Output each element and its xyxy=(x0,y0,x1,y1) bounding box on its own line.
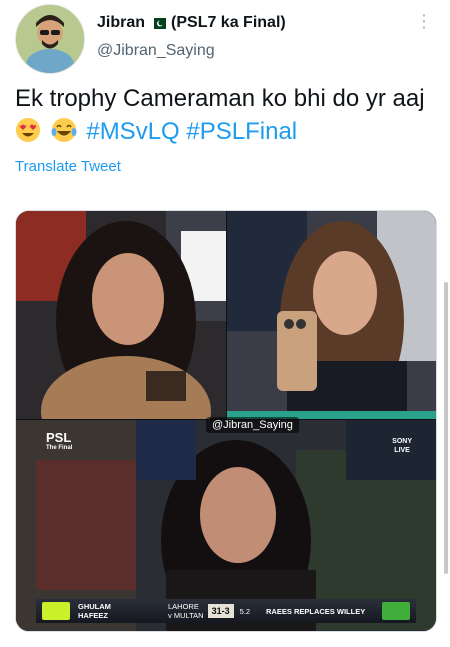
broadcaster-logo: SONY LIVE xyxy=(392,437,412,455)
photo-top-left xyxy=(16,211,226,419)
team-logo-lahore-icon xyxy=(42,602,70,620)
psl-badge: PSL The Final xyxy=(46,430,73,453)
broadcaster-live-label: LIVE xyxy=(394,447,410,454)
batter-first-name: GHULAM xyxy=(78,602,111,611)
scorebar-score: 31-3 xyxy=(207,604,234,618)
avatar[interactable] xyxy=(15,4,85,74)
scorebar-over: 5.2 xyxy=(239,606,251,616)
scrollbar[interactable] xyxy=(444,282,448,574)
pakistan-flag-icon xyxy=(150,17,167,29)
author-name-suffix[interactable]: (PSL7 ka Final) xyxy=(171,14,286,32)
image-watermark: @Jibran_Saying xyxy=(206,417,299,433)
hashtag-msvlq-link[interactable]: #MSvLQ xyxy=(86,118,179,145)
translate-tweet-link[interactable]: Translate Tweet xyxy=(15,158,121,175)
batter-last-name: HAFEEZ xyxy=(78,611,108,620)
tweet-media-image[interactable]: @Jibran_Saying PSL The Final SONY LIVE G… xyxy=(15,210,437,632)
tweet-text: Ek trophy Cameraman ko bhi do yr aaj #MS… xyxy=(15,82,435,148)
author-display-name[interactable]: Jibran xyxy=(97,14,145,32)
photo-top-right xyxy=(227,211,436,419)
avatar-image xyxy=(16,5,84,73)
opponent-team: v MULTAN xyxy=(168,611,204,620)
psl-badge-subtitle: The Final xyxy=(46,445,73,451)
heart-eyes-emoji-icon xyxy=(16,118,40,142)
scorebar-message: RAEES REPLACES WILLEY xyxy=(266,606,366,616)
batting-team: LAHORE xyxy=(168,602,199,611)
scorebar-teams: LAHORE v MULTAN xyxy=(168,602,204,620)
more-options-icon[interactable]: ⋮ xyxy=(415,12,433,30)
tweet-text-body: Ek trophy Cameraman ko bhi do yr aaj xyxy=(15,85,425,112)
team-logo-multan-icon xyxy=(382,602,410,620)
author-handle[interactable]: @Jibran_Saying xyxy=(97,42,215,60)
author-name-row[interactable]: Jibran (PSL7 ka Final) xyxy=(97,14,286,32)
broadcaster-name: SONY xyxy=(392,438,412,445)
hashtag-pslfinal-link[interactable]: #PSLFinal xyxy=(186,118,297,145)
scorebar-overlay: GHULAM HAFEEZ LAHORE v MULTAN 31-3 5.2 R… xyxy=(36,599,416,623)
laughing-tears-emoji-icon xyxy=(51,118,77,142)
scorebar-batter: GHULAM HAFEEZ xyxy=(78,602,148,620)
psl-badge-title: PSL xyxy=(46,430,72,445)
